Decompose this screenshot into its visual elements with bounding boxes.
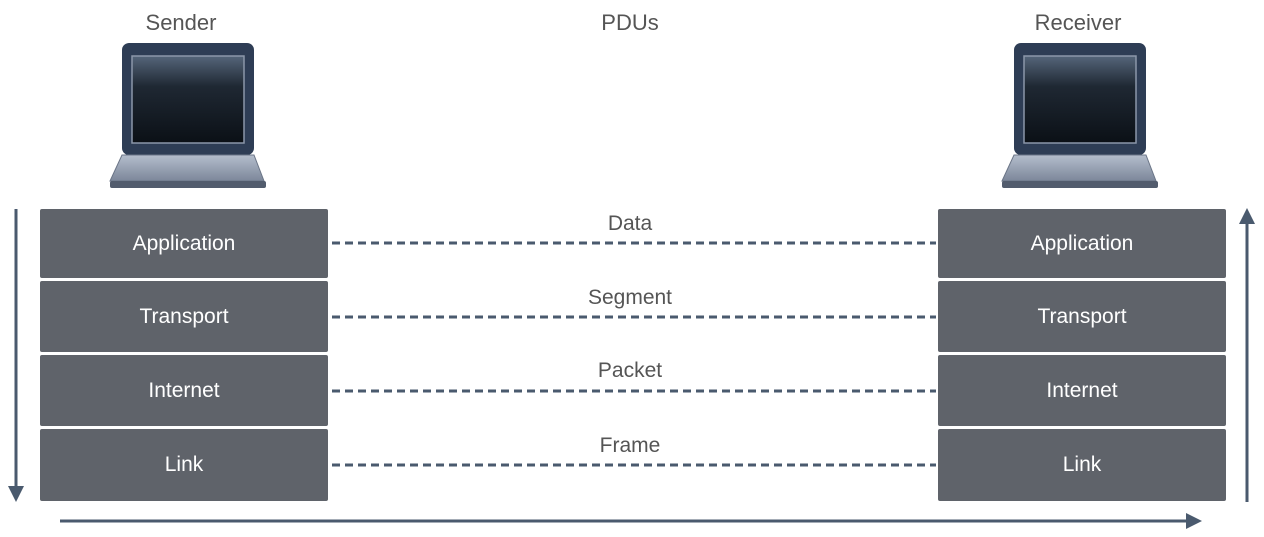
up-arrow-icon: [1239, 208, 1255, 502]
pdu-label-frame: Frame: [599, 434, 661, 457]
down-arrow-icon: [8, 209, 24, 502]
pdu-label-packet: Packet: [597, 359, 663, 382]
right-arrow-icon: [60, 513, 1202, 529]
pdu-label-segment: Segment: [587, 286, 673, 309]
pdu-label-data: Data: [607, 212, 653, 235]
